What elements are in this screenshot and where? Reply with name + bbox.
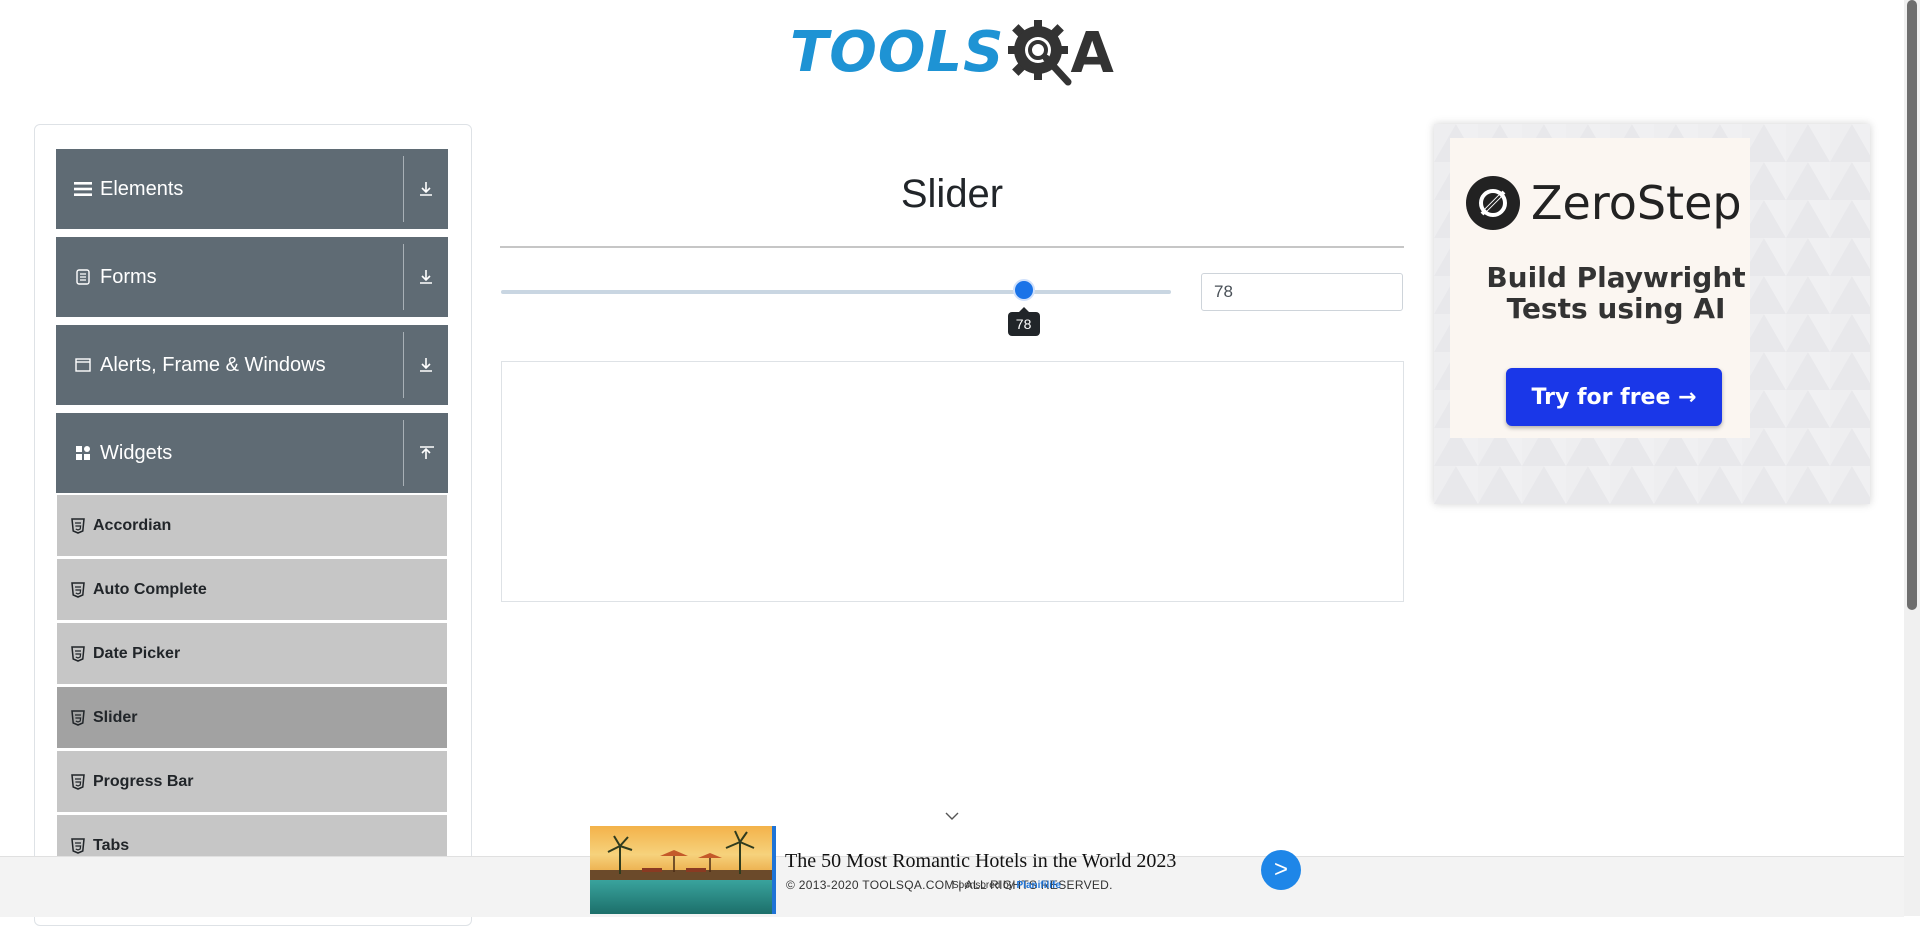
chevron-down-icon[interactable] bbox=[944, 808, 960, 824]
menu-item-label: Slider bbox=[93, 708, 138, 726]
gear-magnifier-icon bbox=[1008, 20, 1072, 86]
bottom-ad-next-button[interactable]: > bbox=[1261, 850, 1301, 890]
widgets-icon bbox=[72, 442, 94, 464]
ad-headline: Build Playwright Tests using AI bbox=[1486, 261, 1746, 325]
ad-card: ZeroStep Build Playwright Tests using AI… bbox=[1450, 138, 1750, 438]
slider-value-tooltip: 78 bbox=[1007, 307, 1040, 336]
group-title: Elements bbox=[100, 177, 184, 200]
slider-thumb[interactable] bbox=[1012, 279, 1035, 301]
sponsored-prefix: Sponsored by bbox=[952, 880, 1014, 891]
menu-item-progress-bar[interactable]: Progress Bar bbox=[57, 751, 447, 813]
left-sidebar: Elements Forms Alerts, Frame & Windows W… bbox=[34, 124, 472, 926]
menu-item-label: Accordian bbox=[93, 516, 172, 534]
download-icon[interactable] bbox=[404, 356, 448, 374]
group-forms[interactable]: Forms bbox=[56, 237, 448, 317]
menu-item-label: Date Picker bbox=[93, 644, 181, 662]
menu-item-accordian[interactable]: Accordian bbox=[57, 495, 447, 557]
form-icon bbox=[72, 266, 94, 288]
menu-item-label: Auto Complete bbox=[93, 580, 207, 598]
html-file-icon bbox=[71, 517, 85, 534]
sponsored-brand: Planifilife bbox=[1016, 880, 1061, 891]
logo-suffix: A bbox=[1070, 20, 1114, 86]
hotel-ad-image bbox=[590, 826, 772, 914]
bottom-ad-banner[interactable]: The 50 Most Romantic Hotels in the World… bbox=[590, 826, 1301, 914]
zerostep-logo-icon bbox=[1466, 176, 1520, 230]
group-title: Alerts, Frame & Windows bbox=[100, 353, 326, 376]
group-elements[interactable]: Elements bbox=[56, 149, 448, 229]
ad-accent-bar bbox=[772, 826, 776, 914]
zerostep-ad[interactable]: ZeroStep Build Playwright Tests using AI… bbox=[1434, 124, 1870, 504]
slider-value-input[interactable]: 78 bbox=[1201, 273, 1403, 311]
download-icon[interactable] bbox=[404, 180, 448, 198]
group-widgets[interactable]: Widgets bbox=[56, 413, 448, 493]
html-file-icon bbox=[71, 581, 85, 598]
upload-icon[interactable] bbox=[404, 444, 448, 462]
menu-item-label: Progress Bar bbox=[93, 772, 194, 790]
scrollbar-thumb[interactable] bbox=[1907, 0, 1917, 610]
ad-brand: ZeroStep bbox=[1466, 176, 1742, 230]
logo-text: TOOLS bbox=[790, 20, 1005, 85]
download-icon[interactable] bbox=[404, 268, 448, 286]
title-divider bbox=[500, 246, 1404, 248]
menu-item-slider[interactable]: Slider bbox=[57, 687, 447, 749]
html-file-icon bbox=[71, 837, 85, 854]
page-title: Slider bbox=[900, 172, 1004, 216]
ad-brand-name: ZeroStep bbox=[1531, 176, 1742, 230]
html-file-icon bbox=[71, 773, 85, 790]
toolsqa-logo[interactable]: TOOLS A bbox=[790, 14, 1120, 92]
menu-item-auto-complete[interactable]: Auto Complete bbox=[57, 559, 447, 621]
sponsored-label: Sponsored by Planifilife bbox=[952, 880, 1061, 891]
group-title: Forms bbox=[100, 265, 157, 288]
content-area bbox=[501, 361, 1404, 602]
html-file-icon bbox=[71, 709, 85, 726]
group-title: Widgets bbox=[100, 441, 173, 464]
html-file-icon bbox=[71, 645, 85, 662]
try-for-free-button[interactable]: Try for free → bbox=[1506, 368, 1722, 426]
group-alerts-frame-windows[interactable]: Alerts, Frame & Windows bbox=[56, 325, 448, 405]
menu-item-date-picker[interactable]: Date Picker bbox=[57, 623, 447, 685]
bottom-ad-title[interactable]: The 50 Most Romantic Hotels in the World… bbox=[785, 850, 1176, 873]
menu-item-label: Tabs bbox=[93, 836, 130, 854]
hamburger-icon bbox=[72, 178, 94, 200]
slider-track[interactable] bbox=[501, 290, 1171, 294]
window-icon bbox=[72, 354, 94, 376]
